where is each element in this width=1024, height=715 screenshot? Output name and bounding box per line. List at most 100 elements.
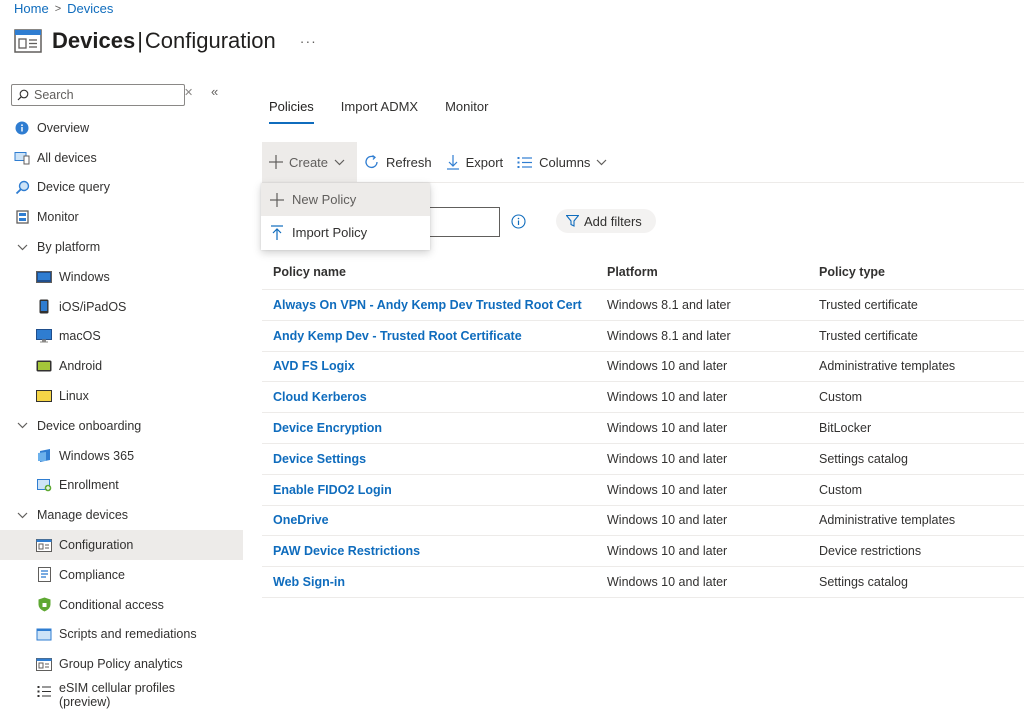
sidebar-item-enrollment[interactable]: Enrollment <box>0 471 243 501</box>
policy-name-link[interactable]: PAW Device Restrictions <box>262 544 607 558</box>
policy-type-cell: Custom <box>819 390 863 405</box>
scripts-icon <box>36 626 52 642</box>
tab-policies[interactable]: Policies <box>269 99 314 124</box>
tab-import-admx[interactable]: Import ADMX <box>341 99 418 124</box>
refresh-button[interactable]: Refresh <box>357 142 439 182</box>
policy-type-cell: BitLocker <box>819 421 872 436</box>
table-row[interactable]: Device Encryption Windows 10 and later Bit… <box>262 413 1024 444</box>
policy-name-link[interactable]: OneDrive <box>262 513 607 527</box>
sidebar-item-esim-profiles[interactable]: eSIM cellular profiles (preview) <box>0 679 243 713</box>
table-header: Policy name Platform Policy type <box>262 254 1024 290</box>
chevron-down-icon <box>597 159 607 165</box>
sidebar-nav: Overview All devices Device query Monito… <box>0 113 243 713</box>
table-row[interactable]: Always On VPN - Andy Kemp Dev Trusted Ro… <box>262 290 1024 321</box>
table-row[interactable]: PAW Device Restrictions Windows 10 and la… <box>262 536 1024 568</box>
sidebar-item-all-devices[interactable]: All devices <box>0 143 243 173</box>
sidebar-item-windows[interactable]: Windows <box>0 262 243 292</box>
sidebar-item-compliance[interactable]: Compliance <box>0 560 243 590</box>
sidebar-item-conditional-access[interactable]: Conditional access <box>0 590 243 620</box>
sidebar-item-ios-ipados[interactable]: iOS/iPadOS <box>0 292 243 322</box>
policy-name-link[interactable]: Enable FIDO2 Login <box>262 483 607 497</box>
search-by-name-input[interactable] <box>420 207 500 237</box>
policy-name-link[interactable]: Andy Kemp Dev - Trusted Root Certificate <box>262 329 607 343</box>
refresh-icon <box>365 154 378 168</box>
create-button[interactable]: Create <box>262 142 358 182</box>
sidebar-item-scripts-remediations[interactable]: Scripts and remediations <box>0 620 243 650</box>
policy-name-link[interactable]: Device Settings <box>262 452 607 466</box>
breadcrumb-devices[interactable]: Devices <box>67 1 113 16</box>
shield-icon <box>36 597 52 613</box>
policy-type-cell: Trusted certificate <box>819 297 918 312</box>
tab-monitor[interactable]: Monitor <box>445 99 488 124</box>
table-row[interactable]: AVD FS Logix Windows 10 and later Administ… <box>262 352 1024 383</box>
sidebar-item-group-policy-analytics[interactable]: Group Policy analytics <box>0 649 243 679</box>
sidebar-group-device-onboarding[interactable]: Device onboarding <box>0 411 243 441</box>
sidebar-group-by-platform[interactable]: By platform <box>0 232 243 262</box>
policy-type-cell: Administrative templates <box>819 513 956 528</box>
compliance-icon <box>36 567 52 583</box>
policy-name-link[interactable]: AVD FS Logix <box>262 359 607 373</box>
upload-icon <box>271 224 283 240</box>
platform-cell: Windows 10 and later <box>607 575 728 590</box>
policy-name-link[interactable]: Always On VPN - Andy Kemp Dev Trusted Ro… <box>262 298 607 312</box>
plus-icon <box>270 192 284 207</box>
plus-icon <box>269 155 283 169</box>
collapse-sidebar-icon[interactable]: « <box>211 84 218 99</box>
platform-cell: Windows 10 and later <box>607 513 728 528</box>
sidebar-item-macos[interactable]: macOS <box>0 322 243 352</box>
platform-cell: Windows 8.1 and later <box>607 328 731 343</box>
import-policy-menu-item[interactable]: Import Policy <box>261 216 430 249</box>
android-icon <box>36 358 52 374</box>
sidebar-item-device-query[interactable]: Device query <box>0 173 243 203</box>
sidebar-item-linux[interactable]: Linux <box>0 381 243 411</box>
info-icon[interactable] <box>511 214 526 229</box>
breadcrumb-home[interactable]: Home <box>14 1 49 16</box>
column-header-platform[interactable]: Platform <box>607 265 819 279</box>
sidebar-item-configuration[interactable]: Configuration <box>0 530 243 560</box>
mac-icon <box>36 328 52 344</box>
platform-cell: Windows 10 and later <box>607 390 728 405</box>
sidebar-item-windows-365[interactable]: Windows 365 <box>0 441 243 471</box>
policy-type-cell: Settings catalog <box>819 451 908 466</box>
policy-name-link[interactable]: Device Encryption <box>262 421 607 435</box>
add-filters-button[interactable]: Add filters <box>556 209 656 233</box>
filter-icon <box>566 215 579 227</box>
sidebar-group-manage-devices[interactable]: Manage devices <box>0 500 243 530</box>
policy-name-link[interactable]: Web Sign-in <box>262 575 607 589</box>
info-icon <box>14 120 30 136</box>
table-row[interactable]: OneDrive Windows 10 and later Administrati… <box>262 506 1024 537</box>
policy-type-cell: Device restrictions <box>819 544 922 559</box>
table-row[interactable]: Andy Kemp Dev - Trusted Root Certificate… <box>262 321 1024 352</box>
sidebar-item-monitor[interactable]: Monitor <box>0 202 243 232</box>
breadcrumb: Home > Devices <box>14 1 113 16</box>
policy-type-cell: Custom <box>819 482 863 497</box>
group-policy-icon <box>36 656 52 672</box>
more-options-button[interactable]: ··· <box>300 33 317 49</box>
chevron-down-icon <box>334 159 345 165</box>
table-row[interactable]: Enable FIDO2 Login Windows 10 and later Cu… <box>262 475 1024 506</box>
column-header-policy-type[interactable]: Policy type <box>819 265 1024 279</box>
policy-name-link[interactable]: Cloud Kerberos <box>262 390 607 404</box>
export-button[interactable]: Export <box>439 142 511 182</box>
list-icon <box>36 683 52 699</box>
platform-cell: Windows 10 and later <box>607 451 728 466</box>
page-title: Devices|Configuration <box>52 28 276 53</box>
platform-cell: Windows 10 and later <box>607 359 728 374</box>
sidebar-search-input[interactable]: Search <box>11 84 185 106</box>
columns-button[interactable]: Columns <box>510 142 620 182</box>
new-policy-menu-item[interactable]: New Policy <box>261 183 430 216</box>
table-row[interactable]: Device Settings Windows 10 and later Setti… <box>262 444 1024 475</box>
sidebar-item-android[interactable]: Android <box>0 351 243 381</box>
configuration-page-icon <box>14 29 42 53</box>
column-header-policy-name[interactable]: Policy name <box>262 265 607 279</box>
page-header: Devices|Configuration ··· <box>14 28 317 54</box>
clear-search-icon[interactable]: ✕ <box>184 86 193 99</box>
windows365-icon <box>36 448 52 464</box>
chevron-down-icon <box>14 512 30 519</box>
chevron-down-icon <box>14 244 30 251</box>
platform-cell: Windows 8.1 and later <box>607 297 731 312</box>
table-row[interactable]: Web Sign-in Windows 10 and later Settings … <box>262 567 1024 598</box>
sidebar-item-overview[interactable]: Overview <box>0 113 243 143</box>
devices-icon <box>14 150 30 166</box>
table-row[interactable]: Cloud Kerberos Windows 10 and later Custom <box>262 382 1024 414</box>
